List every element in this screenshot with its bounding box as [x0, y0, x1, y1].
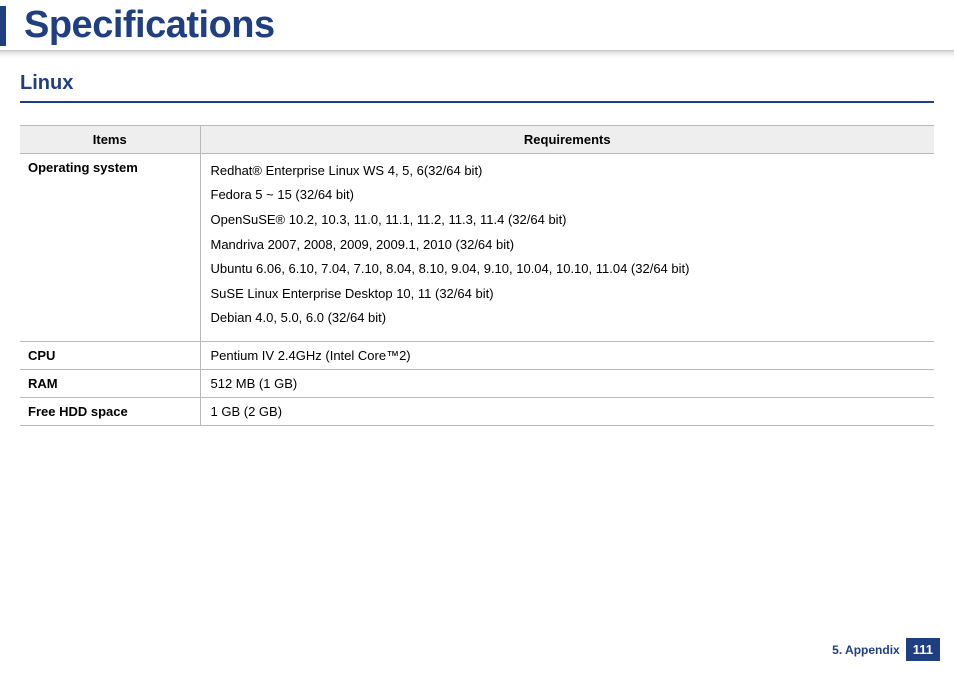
cell-item: RAM [20, 370, 200, 398]
table-row: CPU Pentium IV 2.4GHz (Intel Core™2) [20, 342, 934, 370]
footer-page-number: 111 [906, 638, 940, 661]
cell-item: Operating system [20, 153, 200, 341]
col-header-requirements: Requirements [200, 125, 934, 153]
page-header: Specifications [0, 0, 954, 58]
os-entry: SuSE Linux Enterprise Desktop 10, 11 (32… [211, 286, 925, 302]
section-heading: Linux [20, 72, 934, 95]
os-entry: Mandriva 2007, 2008, 2009, 2009.1, 2010 … [211, 237, 925, 253]
page-footer: 5. Appendix 111 [832, 638, 940, 661]
os-entry: Debian 4.0, 5.0, 6.0 (32/64 bit) [211, 310, 925, 326]
os-entry: OpenSuSE® 10.2, 10.3, 11.0, 11.1, 11.2, … [211, 212, 925, 228]
content-area: Linux Items Requirements Operating syste… [0, 58, 954, 426]
cell-item: Free HDD space [20, 398, 200, 426]
os-entry: Fedora 5 ~ 15 (32/64 bit) [211, 187, 925, 203]
table-row: Free HDD space 1 GB (2 GB) [20, 398, 934, 426]
os-entry: Redhat® Enterprise Linux WS 4, 5, 6(32/6… [211, 163, 925, 179]
table-row: Operating system Redhat® Enterprise Linu… [20, 153, 934, 341]
cell-requirements: 1 GB (2 GB) [200, 398, 934, 426]
cell-requirements: Redhat® Enterprise Linux WS 4, 5, 6(32/6… [200, 153, 934, 341]
os-entry: Ubuntu 6.06, 6.10, 7.04, 7.10, 8.04, 8.1… [211, 261, 925, 277]
table-header-row: Items Requirements [20, 125, 934, 153]
section-rule [20, 101, 934, 103]
title-rule [0, 50, 954, 58]
page-title: Specifications [0, 6, 954, 46]
cell-item: CPU [20, 342, 200, 370]
cell-requirements: 512 MB (1 GB) [200, 370, 934, 398]
spec-table: Items Requirements Operating system Redh… [20, 125, 934, 426]
table-row: RAM 512 MB (1 GB) [20, 370, 934, 398]
footer-chapter: 5. Appendix [832, 643, 900, 657]
cell-requirements: Pentium IV 2.4GHz (Intel Core™2) [200, 342, 934, 370]
col-header-items: Items [20, 125, 200, 153]
